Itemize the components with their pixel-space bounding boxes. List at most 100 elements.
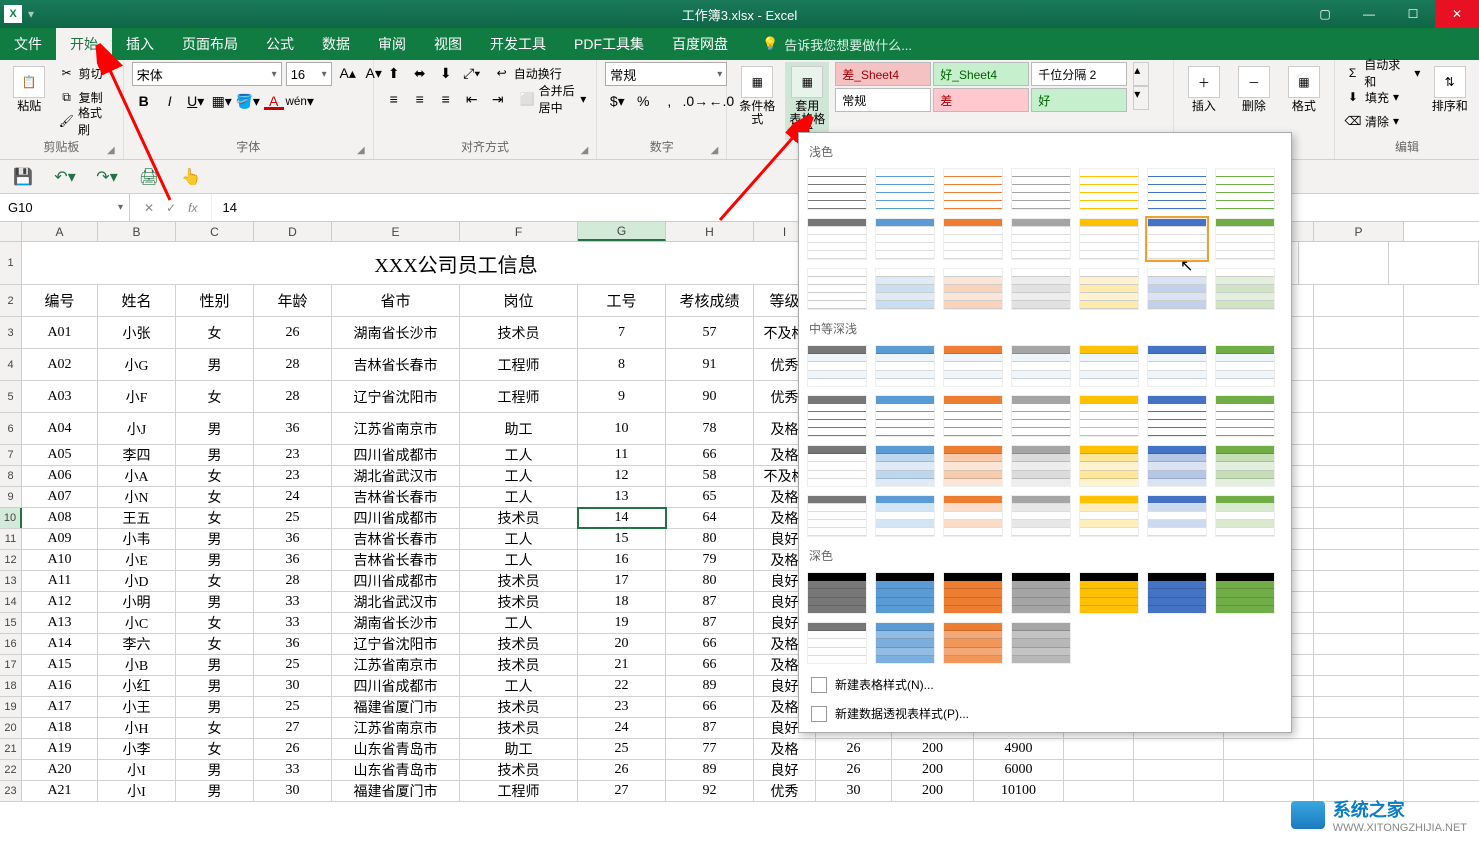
new-pivot-style-button[interactable]: 新建数据透视表样式(P)... <box>807 699 1283 728</box>
cell[interactable]: A09 <box>22 529 98 549</box>
table-style-thumb[interactable] <box>1011 268 1071 310</box>
tab-文件[interactable]: 文件 <box>0 28 56 60</box>
cell[interactable]: 13 <box>578 487 666 507</box>
table-style-thumb[interactable] <box>1011 572 1071 614</box>
cell[interactable]: 技术员 <box>460 592 578 612</box>
cell[interactable]: 25 <box>254 655 332 675</box>
cell[interactable]: 姓名 <box>98 285 176 316</box>
cell[interactable]: 小E <box>98 550 176 570</box>
cell[interactable]: 87 <box>666 613 754 633</box>
cell[interactable]: 工程师 <box>460 381 578 412</box>
align-left-button[interactable]: ≡ <box>382 88 406 110</box>
cell[interactable]: 四川省成都市 <box>332 445 460 465</box>
table-style-thumb[interactable] <box>1079 572 1139 614</box>
cell[interactable]: 小王 <box>98 697 176 717</box>
comma-format-button[interactable]: , <box>657 90 681 112</box>
col-header-C[interactable]: C <box>176 222 254 241</box>
align-bottom-button[interactable]: ⬇ <box>434 62 458 84</box>
cell[interactable]: 89 <box>666 760 754 780</box>
table-style-thumb[interactable] <box>1147 218 1207 260</box>
table-style-thumb[interactable] <box>807 572 867 614</box>
cell[interactable]: 23 <box>254 445 332 465</box>
cell[interactable]: 58 <box>666 466 754 486</box>
cell[interactable]: A17 <box>22 697 98 717</box>
cell[interactable]: 工人 <box>460 487 578 507</box>
cell[interactable]: 福建省厦门市 <box>332 697 460 717</box>
cell[interactable]: 性别 <box>176 285 254 316</box>
font-name-combo[interactable]: 宋体▾ <box>132 62 282 86</box>
table-style-thumb[interactable] <box>875 445 935 487</box>
table-style-thumb[interactable] <box>1215 268 1275 310</box>
table-style-thumb[interactable] <box>1215 168 1275 210</box>
accounting-format-button[interactable]: $▾ <box>605 90 629 112</box>
cell[interactable] <box>1314 508 1404 528</box>
cell[interactable]: A02 <box>22 349 98 380</box>
cell[interactable]: A18 <box>22 718 98 738</box>
cell[interactable]: A21 <box>22 781 98 801</box>
table-style-thumb[interactable] <box>1079 445 1139 487</box>
table-style-thumb[interactable] <box>1079 345 1139 387</box>
table-style-thumb[interactable] <box>1215 345 1275 387</box>
increase-indent-button[interactable]: ⇥ <box>486 88 510 110</box>
cell[interactable]: 64 <box>666 508 754 528</box>
orientation-button[interactable]: ⤢▾ <box>460 62 484 84</box>
cell[interactable]: 小D <box>98 571 176 591</box>
cell[interactable]: 工人 <box>460 445 578 465</box>
row-header-10[interactable]: 10 <box>0 508 22 528</box>
cell[interactable]: 11 <box>578 445 666 465</box>
cell[interactable]: 66 <box>666 445 754 465</box>
cell[interactable]: 四川省成都市 <box>332 571 460 591</box>
table-style-thumb[interactable] <box>1147 345 1207 387</box>
cell[interactable]: 技术员 <box>460 697 578 717</box>
col-header-D[interactable]: D <box>254 222 332 241</box>
cell[interactable]: 小红 <box>98 676 176 696</box>
cell[interactable]: 66 <box>666 655 754 675</box>
cell[interactable]: 工程师 <box>460 349 578 380</box>
print-preview-button[interactable]: 🖨 <box>136 164 162 190</box>
cell[interactable]: 15 <box>578 529 666 549</box>
cell[interactable]: 四川省成都市 <box>332 508 460 528</box>
cell[interactable]: 200 <box>892 781 974 801</box>
cell[interactable]: 24 <box>578 718 666 738</box>
table-style-thumb[interactable] <box>1011 345 1071 387</box>
cell[interactable]: 26 <box>816 739 892 759</box>
cell[interactable] <box>1314 613 1404 633</box>
wrap-text-button[interactable]: ↩自动换行 <box>492 62 564 84</box>
cell[interactable]: 男 <box>176 445 254 465</box>
row-header-13[interactable]: 13 <box>0 571 22 591</box>
cell[interactable]: 6000 <box>974 760 1064 780</box>
cell[interactable]: 湖北省武汉市 <box>332 592 460 612</box>
cell[interactable]: 王五 <box>98 508 176 528</box>
tab-百度网盘[interactable]: 百度网盘 <box>658 28 742 60</box>
conditional-format-button[interactable]: ▦ 条件格式 <box>735 62 779 126</box>
tab-数据[interactable]: 数据 <box>308 28 364 60</box>
cell[interactable]: 33 <box>254 760 332 780</box>
cell[interactable]: 工人 <box>460 550 578 570</box>
table-style-thumb[interactable] <box>1147 495 1207 537</box>
fill-color-button[interactable]: 🪣▾ <box>236 90 260 112</box>
cell[interactable]: 男 <box>176 592 254 612</box>
cell-style-2[interactable]: 千位分隔 2 <box>1031 62 1127 86</box>
cell[interactable]: 16 <box>578 550 666 570</box>
cell[interactable]: 27 <box>254 718 332 738</box>
cell[interactable]: 65 <box>666 487 754 507</box>
insert-cells-button[interactable]: ＋插入 <box>1182 62 1226 113</box>
format-painter-button[interactable]: 🖌格式刷 <box>57 110 115 132</box>
cell-style-0[interactable]: 差_Sheet4 <box>835 62 931 86</box>
cell[interactable]: 技术员 <box>460 655 578 675</box>
cell[interactable]: 女 <box>176 718 254 738</box>
number-format-combo[interactable]: 常规▾ <box>605 62 727 86</box>
tab-视图[interactable]: 视图 <box>420 28 476 60</box>
row-header-21[interactable]: 21 <box>0 739 22 759</box>
cell[interactable]: 男 <box>176 676 254 696</box>
cell[interactable] <box>1314 592 1404 612</box>
table-style-thumb[interactable] <box>807 218 867 260</box>
tab-插入[interactable]: 插入 <box>112 28 168 60</box>
fx-icon[interactable]: fx <box>188 201 197 215</box>
table-style-thumb[interactable] <box>875 268 935 310</box>
cell[interactable]: 18 <box>578 592 666 612</box>
table-style-thumb[interactable] <box>1011 445 1071 487</box>
cell[interactable]: 66 <box>666 697 754 717</box>
cell[interactable]: 77 <box>666 739 754 759</box>
table-style-thumb[interactable] <box>1079 495 1139 537</box>
